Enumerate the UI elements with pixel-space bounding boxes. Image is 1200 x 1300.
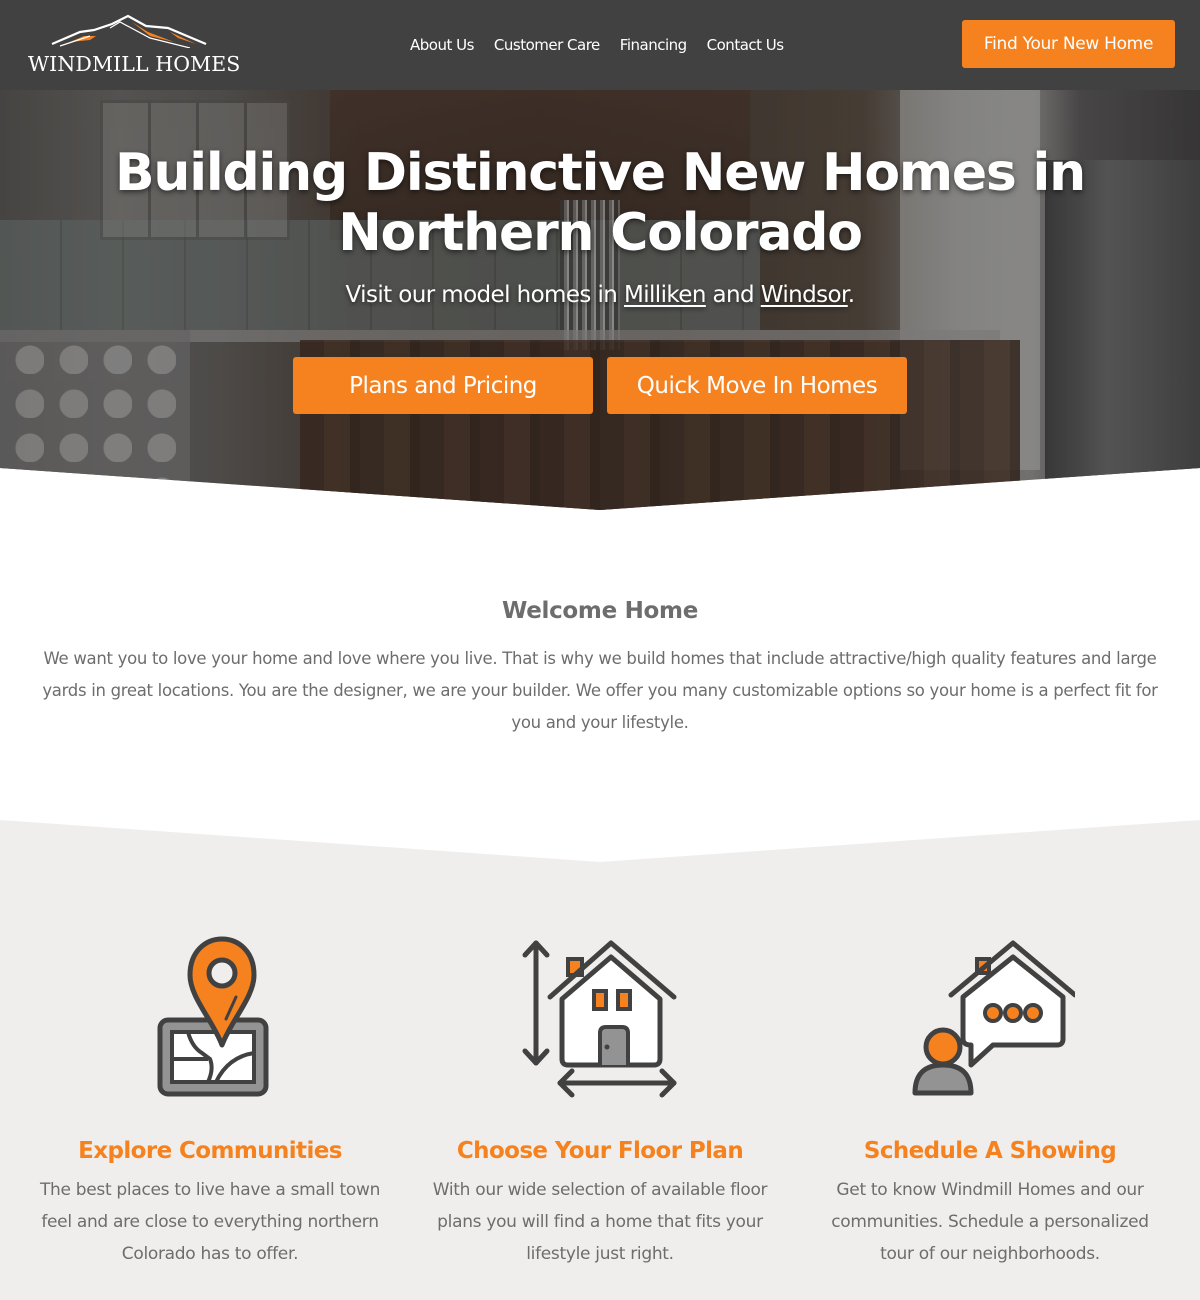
find-your-new-home-button[interactable]: Find Your New Home: [962, 20, 1175, 68]
feature-description: The best places to live have a small tow…: [39, 1180, 381, 1264]
logo[interactable]: WINDMILL HOMES: [28, 12, 241, 80]
welcome-title: Welcome Home: [501, 598, 699, 624]
hero-subtitle-period: .: [847, 282, 855, 308]
hero-subtitle: Visit our model homes in Milliken and Wi…: [0, 282, 1200, 308]
features-section: Explore Communities The best places to l…: [0, 820, 1200, 1300]
map-pin-icon[interactable]: [150, 935, 270, 1100]
hero-title: Building Distinctive New Homes in Northe…: [0, 143, 1200, 263]
hero-title-line-2: Northern Colorado: [338, 203, 863, 263]
logo-text: WINDMILL HOMES: [28, 52, 241, 76]
feature-description: With our wide selection of available flo…: [432, 1180, 768, 1264]
feature-schedule-showing: Schedule A Showing Get to know Windmill …: [795, 930, 1185, 1270]
nav-about-us[interactable]: About Us: [400, 36, 484, 54]
feature-title[interactable]: Choose Your Floor Plan: [405, 1138, 795, 1164]
feature-title[interactable]: Schedule A Showing: [795, 1138, 1185, 1164]
quick-move-in-homes-button[interactable]: Quick Move In Homes: [607, 357, 907, 414]
hero-subtitle-and: and: [705, 282, 761, 308]
hero-title-line-1: Building Distinctive New Homes in: [114, 143, 1086, 203]
feature-title[interactable]: Explore Communities: [15, 1138, 405, 1164]
mountain-logo-icon: [51, 14, 207, 48]
main-nav: About Us Customer Care Financing Contact…: [400, 0, 794, 90]
windsor-link[interactable]: Windsor: [761, 282, 849, 308]
hero-subtitle-text: Visit our model homes in: [345, 282, 624, 308]
site-header: WINDMILL HOMES About Us Customer Care Fi…: [0, 0, 1200, 90]
schedule-showing-icon[interactable]: [905, 935, 1075, 1100]
section-divider: [0, 820, 1200, 862]
hero-section: Building Distinctive New Homes in Northe…: [0, 90, 1200, 510]
welcome-text: We want you to love your home and love w…: [42, 649, 1158, 732]
floor-plan-house-icon[interactable]: [520, 935, 680, 1100]
nav-contact-us[interactable]: Contact Us: [697, 36, 794, 54]
plans-and-pricing-button[interactable]: Plans and Pricing: [293, 357, 593, 414]
nav-customer-care[interactable]: Customer Care: [484, 36, 610, 54]
nav-financing[interactable]: Financing: [610, 36, 697, 54]
feature-explore-communities: Explore Communities The best places to l…: [15, 930, 405, 1270]
milliken-link[interactable]: Milliken: [624, 282, 706, 308]
feature-choose-floor-plan: Choose Your Floor Plan With our wide sel…: [405, 930, 795, 1270]
feature-description: Get to know Windmill Homes and our commu…: [831, 1180, 1149, 1264]
